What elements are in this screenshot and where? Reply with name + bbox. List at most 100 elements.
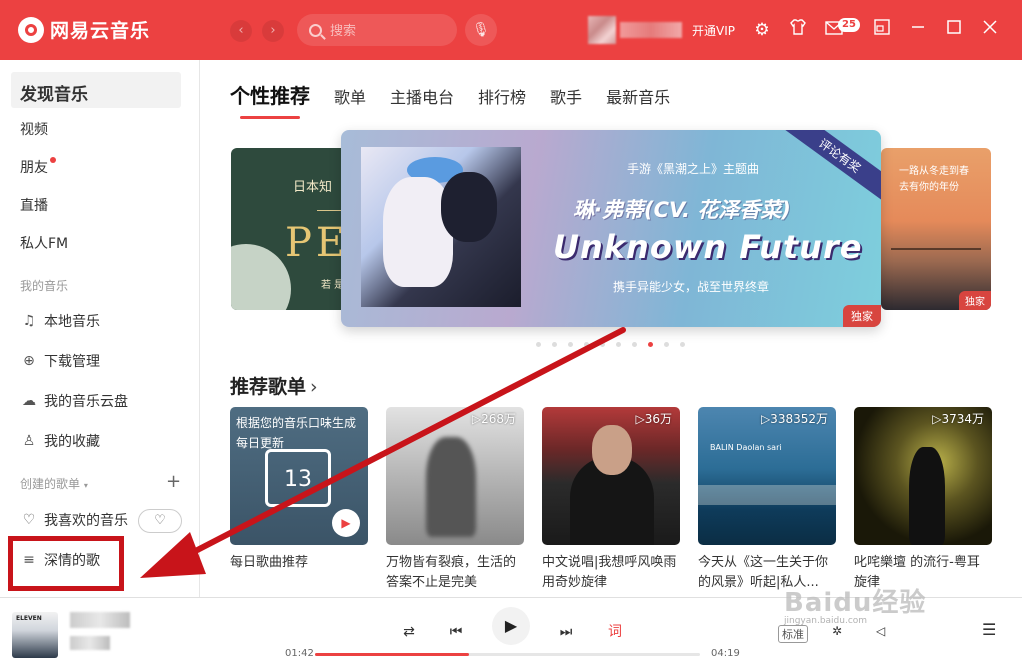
- heart-icon: ♡: [22, 512, 36, 528]
- play-icon[interactable]: ▶: [332, 509, 360, 537]
- pagination-dot[interactable]: [616, 342, 621, 347]
- caret-down-icon: ▾: [83, 481, 88, 490]
- back-button[interactable]: ‹: [230, 20, 252, 42]
- banner-left-text: 日本知: [293, 180, 333, 195]
- lyrics-button[interactable]: 词: [603, 620, 627, 644]
- sidebar-item-fm[interactable]: 私人FM: [20, 233, 68, 253]
- banner-pagination: [536, 342, 696, 347]
- banner-right[interactable]: 一路从冬走到春 去有你的年份 独家: [881, 148, 991, 310]
- watermark-sub: jingyan.baidu.com: [784, 616, 868, 626]
- pagination-dot[interactable]: [648, 342, 653, 347]
- playlist-card[interactable]: ▷36万 中文说唱|我想呼风唤雨用奇妙旋律: [542, 407, 680, 593]
- playlist-name[interactable]: 中文说唱|我想呼风唤雨用奇妙旋律: [542, 553, 680, 593]
- sidebar-item-friends[interactable]: 朋友: [20, 157, 56, 177]
- total-time: 04:19: [711, 648, 740, 659]
- playlist-card[interactable]: BALIN Daolan sari ▷338352万 今天从《这一生关于你的风景…: [698, 407, 836, 593]
- banner-rail: [891, 248, 981, 250]
- previous-icon[interactable]: ⏮: [444, 620, 468, 644]
- sidebar-item-live[interactable]: 直播: [20, 195, 48, 215]
- banner-decoration: [231, 244, 291, 310]
- banner-main[interactable]: 手游《黑潮之上》主题曲 琳·弗蒂(CV. 花泽香菜) Unknown Futur…: [341, 130, 881, 327]
- banner-title: Unknown Future: [553, 228, 863, 266]
- banner-tagline: 携手异能少女，战至世界终章: [613, 280, 770, 294]
- forward-button[interactable]: ›: [262, 20, 284, 42]
- pagination-dot[interactable]: [584, 342, 589, 347]
- tab-playlists[interactable]: 歌单: [334, 84, 366, 108]
- search-box[interactable]: [297, 14, 457, 46]
- mini-mode-icon[interactable]: [870, 18, 894, 42]
- cover-sea: [698, 485, 836, 505]
- album-cover[interactable]: ELEVEN: [12, 612, 58, 658]
- settings-icon[interactable]: ⚙: [750, 18, 774, 42]
- pagination-dot[interactable]: [680, 342, 685, 347]
- banner-subtitle: 手游《黑潮之上》主题曲: [627, 162, 760, 176]
- sidebar-item-label: 我的音乐云盘: [44, 394, 128, 410]
- minimize-icon[interactable]: [906, 18, 930, 42]
- playlist-card[interactable]: ▷268万 万物皆有裂痕，生活的答案不止是完美: [386, 407, 524, 593]
- cloud-icon: ☁: [22, 393, 36, 409]
- playlist-name[interactable]: 万物皆有裂痕，生活的答案不止是完美: [386, 553, 524, 593]
- annotation-highlight-box: [8, 536, 124, 591]
- skin-icon[interactable]: [786, 18, 810, 42]
- sidebar-item-label: 本地音乐: [44, 314, 100, 330]
- pagination-dot[interactable]: [552, 342, 557, 347]
- tab-artists[interactable]: 歌手: [550, 84, 582, 108]
- user-avatar[interactable]: [588, 16, 616, 44]
- volume-icon[interactable]: ◁: [876, 624, 885, 638]
- maximize-icon[interactable]: [942, 18, 966, 42]
- voice-search-button[interactable]: 🎙: [465, 14, 497, 46]
- play-pause-button[interactable]: ▶: [492, 607, 530, 645]
- sidebar-item-download[interactable]: ⊕ 下载管理: [20, 351, 100, 371]
- artist-blurred[interactable]: [70, 636, 110, 650]
- playlist-cover: BALIN Daolan sari ▷338352万: [698, 407, 836, 545]
- sidebar-item-video[interactable]: 视频: [20, 119, 48, 139]
- cover-tag: BALIN Daolan sari: [710, 443, 782, 452]
- playlist-queue-icon[interactable]: ☰: [982, 620, 996, 639]
- playlist-cover: ▷36万: [542, 407, 680, 545]
- sound-effect-icon[interactable]: ✲: [832, 624, 842, 638]
- pagination-dot[interactable]: [632, 342, 637, 347]
- playlist-card-daily[interactable]: 根据您的音乐口味生成 每日更新 13 ▶ 每日歌曲推荐: [230, 407, 368, 593]
- pagination-dot[interactable]: [600, 342, 605, 347]
- heartbeat-icon: ♡: [154, 513, 166, 528]
- add-playlist-icon[interactable]: +: [166, 471, 181, 492]
- app-name: 网易云音乐: [50, 20, 151, 42]
- search-input[interactable]: [330, 22, 430, 38]
- chevron-right-icon: ›: [310, 376, 318, 398]
- playlist-name[interactable]: 每日歌曲推荐: [230, 553, 368, 593]
- song-title-blurred[interactable]: [70, 612, 130, 628]
- username-blurred[interactable]: [620, 22, 682, 38]
- quality-button[interactable]: 标准: [778, 625, 808, 643]
- search-icon: [309, 23, 322, 37]
- sidebar-item-local[interactable]: ♫ 本地音乐: [20, 311, 100, 331]
- sidebar-item-cloud[interactable]: ☁ 我的音乐云盘: [20, 391, 128, 411]
- next-icon[interactable]: ⏭: [554, 620, 578, 644]
- pagination-dot[interactable]: [568, 342, 573, 347]
- banner-left-title: PE: [285, 220, 350, 266]
- notification-dot: [50, 157, 56, 163]
- section-created-playlists[interactable]: 创建的歌单 ▾: [20, 475, 88, 492]
- title-bar: 网易云音乐 ‹ › 🎙 开通VIP ⚙ 25: [0, 0, 1022, 60]
- discover-tabs: 个性推荐 歌单 主播电台 排行榜 歌手 最新音乐: [230, 80, 694, 119]
- tab-personal-recommend[interactable]: 个性推荐: [230, 80, 310, 119]
- play-count: ▷268万: [471, 412, 516, 426]
- progress-bar[interactable]: [315, 653, 700, 656]
- play-count: ▷338352万: [760, 412, 828, 426]
- pagination-dot[interactable]: [664, 342, 669, 347]
- heartbeat-mode-button[interactable]: ♡: [138, 509, 182, 533]
- sidebar-item-discover[interactable]: 发现音乐: [20, 80, 88, 105]
- sidebar-item-liked[interactable]: ♡ 我喜欢的音乐: [20, 510, 128, 530]
- netease-logo-icon: [18, 16, 44, 43]
- sidebar-item-collect[interactable]: ♙ 我的收藏: [20, 431, 100, 451]
- tab-radio[interactable]: 主播电台: [390, 84, 454, 108]
- pagination-dot[interactable]: [536, 342, 541, 347]
- shuffle-icon[interactable]: ⇄: [397, 620, 421, 644]
- playlist-card[interactable]: ▷3734万 叱咤樂壇 的流行-粤耳旋律: [854, 407, 992, 593]
- tab-new-music[interactable]: 最新音乐: [606, 84, 670, 108]
- vip-button[interactable]: 开通VIP: [692, 22, 735, 39]
- close-icon[interactable]: [978, 18, 1002, 42]
- app-logo[interactable]: 网易云音乐: [18, 16, 150, 43]
- person-icon: ♙: [22, 433, 36, 449]
- recommended-playlists-heading[interactable]: 推荐歌单 ›: [230, 372, 318, 399]
- tab-charts[interactable]: 排行榜: [478, 84, 526, 108]
